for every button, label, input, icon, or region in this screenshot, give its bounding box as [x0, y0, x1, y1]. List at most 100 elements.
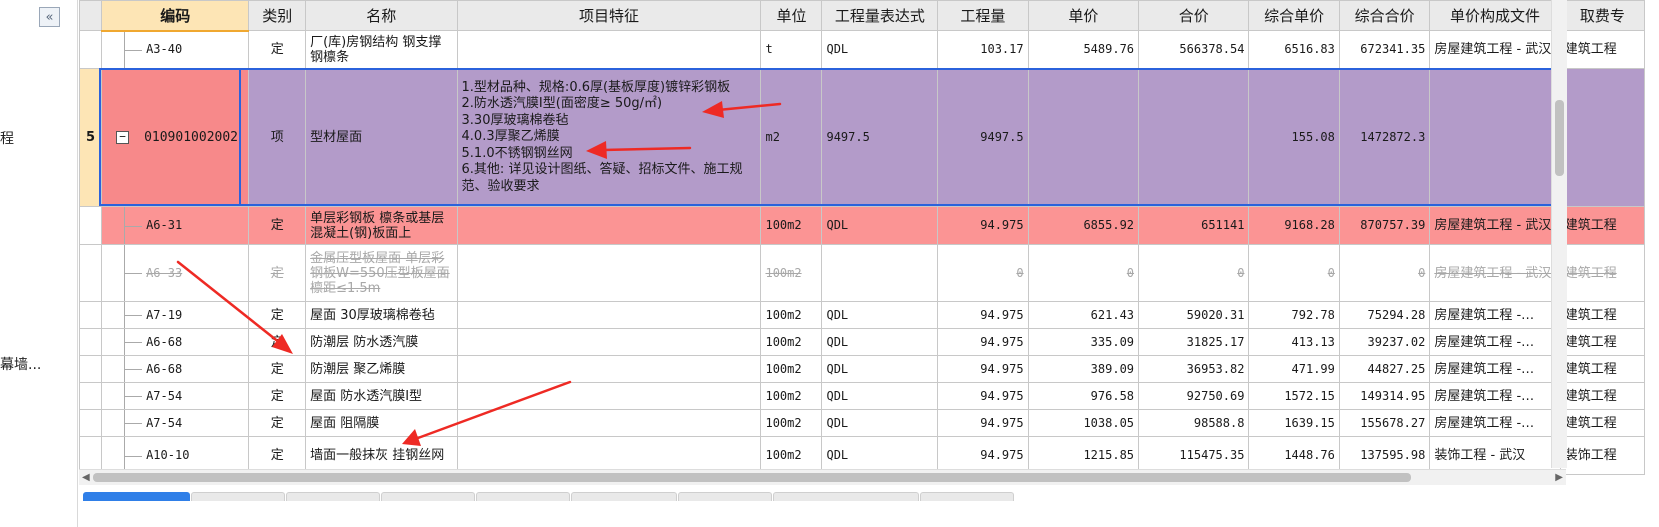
- feature-cell[interactable]: [456, 206, 762, 245]
- sidebar-item-curtain-wall[interactable]: 幕墙...: [0, 354, 41, 374]
- code-cell[interactable]: A6-31: [101, 206, 250, 245]
- col-header-unit-price[interactable]: 单价: [1027, 0, 1140, 31]
- composite-total-cell[interactable]: 870757.39: [1338, 206, 1431, 245]
- unit-cell[interactable]: m2: [760, 68, 823, 207]
- fee-type-cell[interactable]: [1559, 68, 1645, 207]
- scroll-left-icon[interactable]: ◀: [82, 470, 90, 485]
- expression-cell[interactable]: QDL: [821, 206, 939, 245]
- bottom-tab[interactable]: [571, 492, 677, 501]
- code-cell[interactable]: A6-68: [101, 328, 250, 356]
- price-file-cell[interactable]: 房屋建筑工程 -…: [1429, 409, 1561, 437]
- price-file-cell[interactable]: 房屋建筑工程 - 武汉: [1429, 30, 1561, 69]
- composite-unit-price-cell[interactable]: 155.08: [1248, 68, 1340, 207]
- quantity-cell[interactable]: 94.975: [937, 382, 1029, 410]
- composite-total-cell[interactable]: 149314.95: [1338, 382, 1431, 410]
- total-price-cell[interactable]: 651141: [1138, 206, 1250, 245]
- quantity-cell[interactable]: 0: [937, 244, 1029, 302]
- composite-unit-price-cell[interactable]: 6516.83: [1248, 30, 1340, 69]
- composite-total-cell[interactable]: 155678.27: [1338, 409, 1431, 437]
- unit-cell[interactable]: 100m2: [760, 328, 823, 356]
- quantity-cell[interactable]: 103.17: [937, 30, 1029, 69]
- bottom-tab[interactable]: [773, 492, 919, 501]
- composite-total-cell[interactable]: 75294.28: [1338, 301, 1431, 329]
- fee-type-cell[interactable]: 建筑工程: [1559, 355, 1645, 383]
- col-header-unit[interactable]: 单位: [760, 0, 823, 31]
- unit-price-cell[interactable]: 5489.76: [1027, 30, 1140, 69]
- unit-cell[interactable]: t: [760, 30, 823, 69]
- unit-cell[interactable]: 100m2: [760, 355, 823, 383]
- unit-cell[interactable]: 100m2: [760, 382, 823, 410]
- row-number[interactable]: [79, 409, 103, 437]
- row-number[interactable]: [79, 206, 103, 245]
- expression-cell[interactable]: QDL: [821, 355, 939, 383]
- feature-cell[interactable]: [456, 301, 762, 329]
- code-cell[interactable]: A3-40: [101, 30, 250, 69]
- feature-cell[interactable]: 1.型材品种、规格:0.6厚(基板厚度)镀锌彩钢板 2.防水透汽膜I型(面密度≥…: [456, 68, 762, 207]
- row-number[interactable]: 5: [79, 68, 103, 207]
- type-cell[interactable]: 定: [248, 409, 307, 437]
- type-cell[interactable]: 定: [248, 206, 307, 245]
- table-row[interactable]: A3-40 定 厂(库)房钢结构 钢支撑钢檩条 t QDL 103.17 548…: [79, 30, 1645, 69]
- table-row[interactable]: A6-68 定 防潮层 防水透汽膜 100m2 QDL 94.975 335.0…: [79, 328, 1645, 356]
- feature-cell[interactable]: [456, 382, 762, 410]
- code-cell[interactable]: A6-33: [101, 244, 250, 302]
- type-cell[interactable]: 定: [248, 355, 307, 383]
- quantity-cell[interactable]: 94.975: [937, 409, 1029, 437]
- composite-total-cell[interactable]: 672341.35: [1338, 30, 1431, 69]
- total-price-cell[interactable]: 98588.8: [1138, 409, 1250, 437]
- type-cell[interactable]: 定: [248, 30, 307, 69]
- total-price-cell[interactable]: [1138, 68, 1250, 207]
- col-header-feature[interactable]: 项目特征: [456, 0, 762, 31]
- code-cell[interactable]: A7-19: [101, 301, 250, 329]
- total-price-cell[interactable]: 92750.69: [1138, 382, 1250, 410]
- scroll-right-icon[interactable]: ▶: [1555, 470, 1563, 485]
- unit-cell[interactable]: 100m2: [760, 244, 823, 302]
- col-header-type[interactable]: 类别: [248, 0, 307, 31]
- row-number[interactable]: [79, 301, 103, 329]
- total-price-cell[interactable]: 36953.82: [1138, 355, 1250, 383]
- total-price-cell[interactable]: 0: [1138, 244, 1250, 302]
- table-row[interactable]: A6-31 定 单层彩钢板 檩条或基层混凝土(钢)板面上 100m2 QDL 9…: [79, 206, 1645, 245]
- code-cell[interactable]: A6-68: [101, 355, 250, 383]
- expression-cell[interactable]: QDL: [821, 301, 939, 329]
- horizontal-scroll-thumb[interactable]: [93, 473, 1411, 482]
- feature-cell[interactable]: [456, 328, 762, 356]
- name-cell[interactable]: 金属压型板屋面 单层彩钢板W=550压型板屋面 檩距≤1.5m: [305, 244, 458, 302]
- col-header-quantity[interactable]: 工程量: [937, 0, 1029, 31]
- composite-unit-price-cell[interactable]: 471.99: [1248, 355, 1340, 383]
- col-header-composite-unit-price[interactable]: 综合单价: [1248, 0, 1340, 31]
- fee-type-cell[interactable]: 建筑工程: [1559, 30, 1645, 69]
- price-file-cell[interactable]: 房屋建筑工程 -…: [1429, 328, 1561, 356]
- price-file-cell[interactable]: 房屋建筑工程 -…: [1429, 301, 1561, 329]
- price-file-cell[interactable]: 房屋建筑工程 -…: [1429, 382, 1561, 410]
- composite-unit-price-cell[interactable]: 0: [1248, 244, 1340, 302]
- feature-cell[interactable]: [456, 30, 762, 69]
- code-cell[interactable]: A7-54: [101, 382, 250, 410]
- price-file-cell[interactable]: 房屋建筑工程 - 武汉: [1429, 206, 1561, 245]
- fee-type-cell[interactable]: 建筑工程: [1559, 409, 1645, 437]
- price-file-cell[interactable]: [1429, 68, 1561, 207]
- type-cell[interactable]: 定: [248, 328, 307, 356]
- col-header-total-price[interactable]: 合价: [1138, 0, 1250, 31]
- fee-type-cell[interactable]: 装饰工程: [1559, 436, 1645, 475]
- composite-total-cell[interactable]: 1472872.3: [1338, 68, 1431, 207]
- collapse-icon[interactable]: −: [116, 130, 130, 144]
- col-header-name[interactable]: 名称: [305, 0, 458, 31]
- name-cell[interactable]: 防潮层 聚乙烯膜: [305, 355, 458, 383]
- composite-unit-price-cell[interactable]: 9168.28: [1248, 206, 1340, 245]
- unit-price-cell[interactable]: 335.09: [1027, 328, 1140, 356]
- row-number[interactable]: [79, 328, 103, 356]
- total-price-cell[interactable]: 31825.17: [1138, 328, 1250, 356]
- name-cell[interactable]: 屋面 阻隔膜: [305, 409, 458, 437]
- bottom-tab[interactable]: [286, 492, 380, 501]
- col-header-expression[interactable]: 工程量表达式: [821, 0, 939, 31]
- unit-price-cell[interactable]: 1038.05: [1027, 409, 1140, 437]
- col-header-fee-type[interactable]: 取费专: [1559, 0, 1645, 31]
- expression-cell[interactable]: QDL: [821, 328, 939, 356]
- bottom-tab[interactable]: [381, 492, 475, 501]
- total-price-cell[interactable]: 566378.54: [1138, 30, 1250, 69]
- vertical-scroll-thumb[interactable]: [1555, 100, 1564, 176]
- horizontal-scrollbar[interactable]: ◀ ▶: [79, 469, 1566, 485]
- col-header-code[interactable]: 编码: [101, 0, 250, 32]
- fee-type-cell[interactable]: 建筑工程: [1559, 301, 1645, 329]
